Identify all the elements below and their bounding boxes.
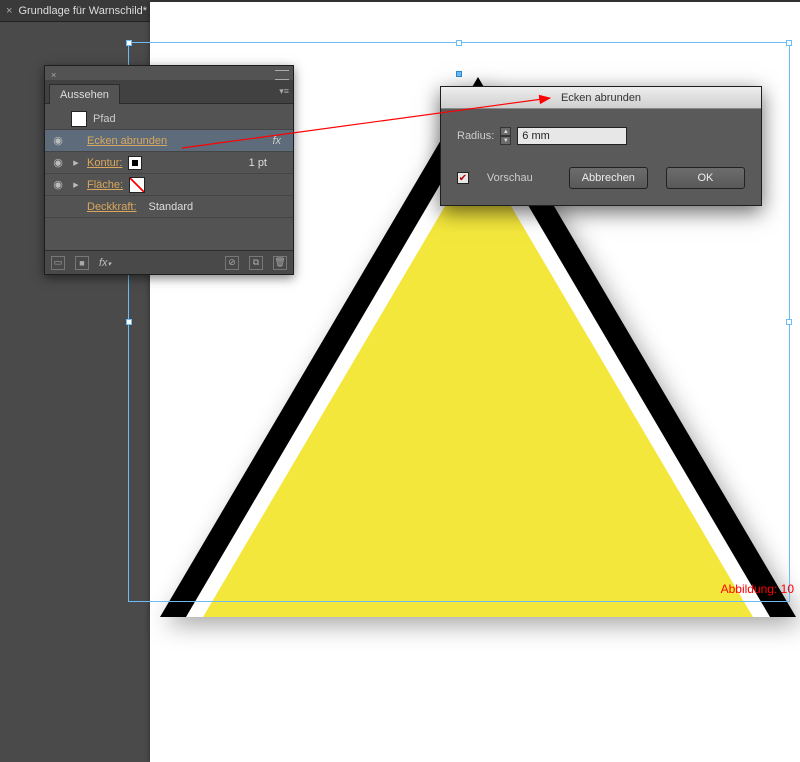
visibility-toggle-icon[interactable]: ◉	[51, 178, 65, 191]
appearance-rows: Pfad ◉ Ecken abrunden fx ◉ ▶ Kontur: 1 p…	[45, 104, 293, 250]
appearance-row-path[interactable]: Pfad	[45, 108, 293, 130]
panel-close-icon[interactable]: ×	[51, 70, 56, 80]
visibility-toggle-icon[interactable]: ◉	[51, 134, 65, 147]
ok-button[interactable]: OK	[666, 167, 745, 189]
clear-appearance-icon[interactable]: ⊘	[225, 256, 239, 270]
appearance-row-fill[interactable]: ◉ ▶ Fläche:	[45, 174, 293, 196]
cancel-button[interactable]: Abbrechen	[569, 167, 648, 189]
bbox-handle-top-left[interactable]	[126, 40, 132, 46]
new-fill-icon[interactable]: ■	[75, 256, 89, 270]
panel-spacer	[45, 218, 293, 250]
appearance-row-effect[interactable]: ◉ Ecken abrunden fx	[45, 130, 293, 152]
preview-label: Vorschau	[487, 172, 533, 184]
bbox-handle-right[interactable]	[786, 319, 792, 325]
appearance-panel: × Aussehen ▾≡ Pfad ◉ Ecken abrunden fx ◉…	[44, 65, 294, 275]
new-stroke-icon[interactable]: ▭	[51, 256, 65, 270]
stroke-weight-value[interactable]: 1 pt	[249, 157, 267, 169]
dialog-title[interactable]: Ecken abrunden	[441, 87, 761, 109]
disclosure-icon[interactable]: ▶	[71, 159, 81, 167]
panel-tabs: Aussehen	[45, 80, 293, 104]
stepper-up-icon[interactable]: ▲	[500, 127, 511, 136]
bbox-handle-left[interactable]	[126, 319, 132, 325]
path-anchor-point[interactable]	[456, 71, 462, 77]
bbox-handle-top[interactable]	[456, 40, 462, 46]
preview-checkbox[interactable]: ✔	[457, 172, 469, 184]
radius-input[interactable]	[517, 127, 627, 145]
path-label: Pfad	[93, 113, 116, 125]
add-effect-button[interactable]: fx▾	[99, 257, 111, 269]
panel-collapse-icon[interactable]	[275, 70, 289, 80]
delete-item-icon[interactable]: 🗑	[273, 256, 287, 270]
visibility-toggle-icon[interactable]: ◉	[51, 156, 65, 169]
appearance-panel-footer: ▭ ■ fx▾ ⊘ ⧉ 🗑	[45, 250, 293, 274]
opacity-label[interactable]: Deckkraft:	[87, 201, 137, 213]
effect-link[interactable]: Ecken abrunden	[87, 135, 167, 147]
disclosure-icon[interactable]: ▶	[71, 181, 81, 189]
opacity-value[interactable]: Standard	[149, 201, 194, 213]
figure-caption: Abbildung: 10	[721, 582, 794, 596]
fx-indicator-icon[interactable]: fx	[272, 135, 281, 147]
appearance-tab[interactable]: Aussehen	[49, 84, 120, 104]
panel-menu-icon[interactable]: ▾≡	[279, 86, 289, 97]
appearance-row-opacity[interactable]: Deckkraft: Standard	[45, 196, 293, 218]
path-swatch[interactable]	[71, 111, 87, 127]
fill-label[interactable]: Fläche:	[87, 179, 123, 191]
round-corners-dialog: Ecken abrunden Radius: ▲ ▼ ✔ Vorschau Ab…	[440, 86, 762, 206]
bbox-handle-top-right[interactable]	[786, 40, 792, 46]
tab-close-icon[interactable]: ×	[6, 5, 12, 17]
stepper-down-icon[interactable]: ▼	[500, 136, 511, 145]
radius-stepper[interactable]: ▲ ▼	[500, 127, 511, 145]
fill-swatch-none[interactable]	[129, 177, 145, 193]
radius-label: Radius:	[457, 130, 494, 142]
stroke-label[interactable]: Kontur:	[87, 157, 122, 169]
appearance-row-stroke[interactable]: ◉ ▶ Kontur: 1 pt	[45, 152, 293, 174]
stroke-swatch[interactable]	[128, 156, 142, 170]
duplicate-item-icon[interactable]: ⧉	[249, 256, 263, 270]
